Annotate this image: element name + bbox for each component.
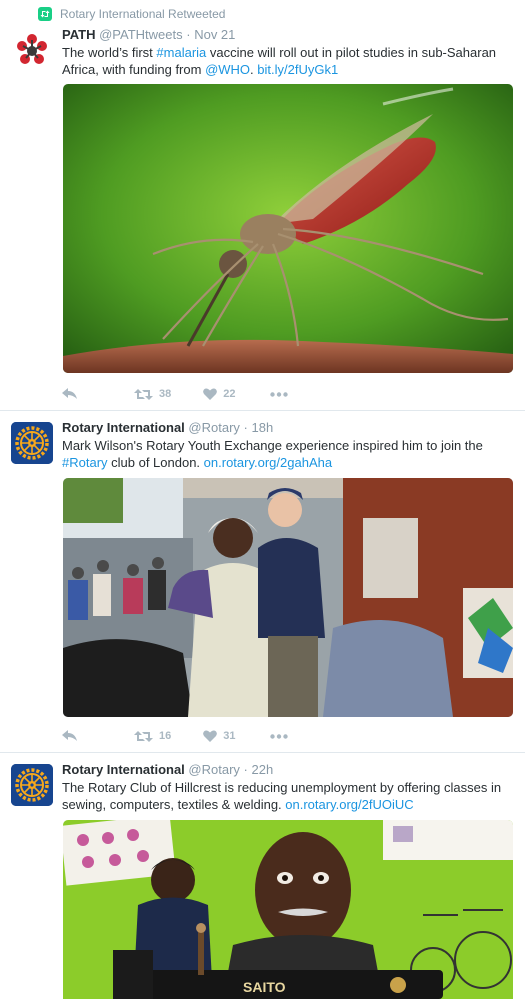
- retweet-count: 38: [159, 388, 172, 400]
- like-count: 31: [223, 730, 236, 742]
- separator-dot: ·: [186, 27, 191, 42]
- author-handle[interactable]: @Rotary: [188, 420, 240, 435]
- tweet-timestamp[interactable]: 22h: [252, 762, 274, 777]
- author-name[interactable]: Rotary International: [62, 420, 185, 435]
- rotary-wheel-icon: [11, 764, 53, 806]
- hashtag-link[interactable]: #Rotary: [62, 455, 108, 470]
- reply-icon: [62, 388, 77, 399]
- tweet-timestamp[interactable]: Nov 21: [194, 27, 235, 42]
- heart-icon: [203, 388, 218, 400]
- retweet-icon: [134, 730, 153, 742]
- tweet-path[interactable]: Rotary International Retweeted PATH @PAT…: [0, 0, 525, 410]
- heart-icon: [203, 730, 218, 742]
- author-name[interactable]: Rotary International: [62, 762, 185, 777]
- sewing-class-photo[interactable]: SAITO: [63, 820, 513, 999]
- tweet-text: Mark Wilson's Rotary Youth Exchange expe…: [62, 437, 515, 471]
- text-part: The world’s first: [62, 45, 157, 60]
- retweet-button[interactable]: 16: [134, 730, 171, 743]
- machine-brand-label: SAITO: [243, 979, 286, 995]
- tweet-header: PATH @PATHtweets · Nov 21: [62, 27, 515, 43]
- like-button[interactable]: 31: [203, 730, 236, 742]
- mention-link[interactable]: @WHO: [205, 62, 250, 77]
- hashtag-link[interactable]: #malaria: [156, 45, 206, 60]
- retweet-notice: Rotary International Retweeted: [38, 7, 225, 21]
- tweet-rotary-youth-exchange[interactable]: Rotary International @Rotary · 18h Mark …: [0, 411, 525, 752]
- separator-dot: ·: [243, 762, 248, 777]
- tweet-text: The Rotary Club of Hillcrest is reducing…: [62, 779, 515, 813]
- retweet-icon: [134, 388, 153, 400]
- separator-dot: ·: [243, 420, 248, 435]
- mosquito-photo[interactable]: [63, 84, 513, 373]
- sewing-class-image: SAITO: [63, 820, 513, 999]
- tweet-text: The world’s first #malaria vaccine will …: [62, 44, 515, 78]
- more-icon: [269, 391, 288, 397]
- retweet-button[interactable]: 38: [134, 388, 171, 401]
- text-part: Mark Wilson's Rotary Youth Exchange expe…: [62, 438, 483, 453]
- reply-icon: [62, 730, 77, 741]
- like-count: 22: [223, 388, 236, 400]
- tweet-actions: 16 31: [62, 727, 288, 745]
- avatar-path[interactable]: [11, 30, 53, 72]
- avatar-rotary[interactable]: [11, 422, 53, 464]
- tweet-rotary-hillcrest[interactable]: Rotary International @Rotary · 22h The R…: [0, 753, 525, 999]
- author-handle[interactable]: @PATHtweets: [99, 27, 183, 42]
- rotary-wheel-icon: [11, 422, 53, 464]
- reply-button[interactable]: [62, 730, 78, 742]
- url-link[interactable]: on.rotary.org/2fUOiUC: [285, 797, 413, 812]
- more-button[interactable]: [269, 391, 288, 397]
- tweet-header: Rotary International @Rotary · 22h: [62, 762, 515, 778]
- text-part: club of London.: [107, 455, 204, 470]
- author-handle[interactable]: @Rotary: [188, 762, 240, 777]
- url-link[interactable]: on.rotary.org/2gahAha: [204, 455, 332, 470]
- more-button[interactable]: [269, 733, 288, 739]
- tweet-actions: 38 22: [62, 385, 288, 403]
- avatar-rotary[interactable]: [11, 764, 53, 806]
- tweet-header: Rotary International @Rotary · 18h: [62, 420, 515, 436]
- author-name[interactable]: PATH: [62, 27, 95, 42]
- retweet-label[interactable]: Rotary International Retweeted: [60, 7, 225, 21]
- url-link[interactable]: bit.ly/2fUyGk1: [257, 62, 338, 77]
- retweet-icon: [38, 7, 52, 21]
- reply-button[interactable]: [62, 388, 78, 400]
- youth-exchange-photo[interactable]: [63, 478, 513, 717]
- more-icon: [269, 733, 288, 739]
- retweet-count: 16: [159, 730, 172, 742]
- youth-exchange-image: [63, 478, 513, 717]
- like-button[interactable]: 22: [203, 388, 236, 400]
- text-part: The Rotary Club of Hillcrest is reducing…: [62, 780, 502, 812]
- mosquito-image: [63, 84, 513, 373]
- tweet-timestamp[interactable]: 18h: [252, 420, 274, 435]
- path-logo-icon: [13, 32, 51, 70]
